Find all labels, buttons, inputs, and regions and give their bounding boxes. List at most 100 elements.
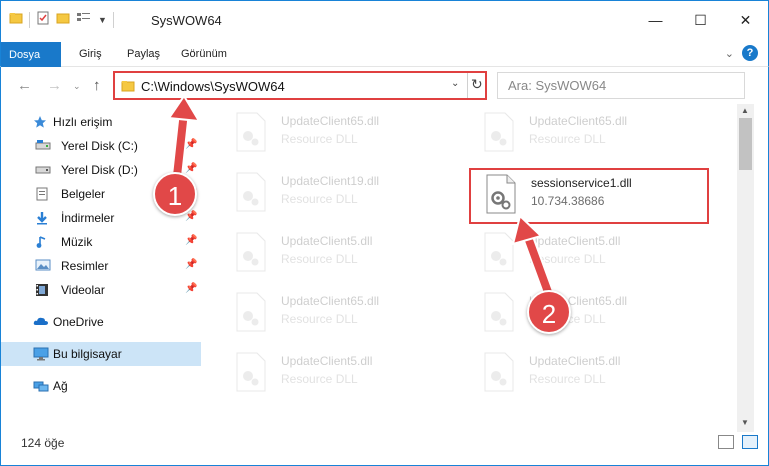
sidebar-item-label: Belgeler: [61, 187, 106, 201]
maximize-button[interactable]: ☐: [678, 1, 723, 39]
tab-view[interactable]: Görünüm: [181, 44, 227, 66]
window-controls: — ☐ ✕: [633, 1, 768, 39]
scroll-thumb[interactable]: [739, 118, 752, 170]
up-arrow-icon[interactable]: ↑: [93, 77, 101, 94]
file-description: Resource DLL: [281, 192, 358, 206]
pin-icon: 📌: [185, 235, 198, 246]
file-name: UpdateClient65.dll: [281, 294, 380, 308]
refresh-icon[interactable]: ↻: [471, 76, 483, 93]
file-item[interactable]: UpdateClient65.dll Resource DLL: [221, 288, 461, 344]
sidebar-item-network[interactable]: Ağ: [1, 374, 201, 398]
address-path[interactable]: C:\Windows\SysWOW64: [141, 79, 285, 94]
computer-icon: [33, 347, 49, 364]
view-toggle: [718, 435, 758, 449]
sidebar-item-this-pc[interactable]: Bu bilgisayar: [1, 342, 201, 366]
pin-icon: 📌: [185, 211, 198, 222]
tab-share[interactable]: Paylaş: [127, 44, 160, 66]
drive-icon: [35, 163, 51, 178]
file-item[interactable]: UpdateClient65.dll Resource DLL: [469, 288, 709, 344]
minimize-button[interactable]: —: [633, 1, 678, 39]
file-description: Resource DLL: [281, 372, 358, 386]
details-view-icon[interactable]: [718, 435, 734, 449]
properties-icon[interactable]: [36, 11, 50, 28]
tab-file[interactable]: Dosya: [1, 42, 61, 67]
sidebar-item-label: Videolar: [61, 283, 105, 297]
vertical-scrollbar[interactable]: ▲ ▼: [737, 104, 754, 432]
navigation-pane: Hızlı erişim Yerel Disk (C:) 📌 Yerel Dis…: [1, 104, 205, 432]
dll-file-icon: [484, 112, 514, 152]
file-item[interactable]: UpdateClient5.dll Resource DLL: [221, 228, 461, 284]
sidebar-item-drive-c[interactable]: Yerel Disk (C:) 📌: [1, 134, 201, 158]
sidebar-item-pictures[interactable]: Resimler 📌: [1, 254, 201, 278]
pin-icon: 📌: [185, 283, 198, 294]
sidebar-item-label: Müzik: [61, 235, 93, 249]
file-version: 10.734.38686: [531, 194, 605, 208]
file-name: UpdateClient65.dll: [529, 114, 628, 128]
sidebar-item-videos[interactable]: Videolar 📌: [1, 278, 201, 302]
sidebar-item-label: Bu bilgisayar: [53, 347, 122, 361]
customize-toolbar-chevron-icon[interactable]: ▼: [98, 15, 107, 25]
file-item[interactable]: UpdateClient5.dll Resource DLL: [469, 228, 709, 284]
quick-access-toolbar: ▼: [9, 11, 114, 28]
file-item[interactable]: UpdateClient65.dll Resource DLL: [469, 108, 709, 164]
file-list: UpdateClient65.dll Resource DLL UpdateCl…: [213, 104, 737, 432]
file-description: Resource DLL: [529, 252, 606, 266]
file-item[interactable]: UpdateClient5.dll Resource DLL: [221, 348, 461, 404]
back-arrow-icon[interactable]: ←: [17, 77, 32, 94]
ribbon-tabs: Dosya Giriş Paylaş Görünüm ⌄ ?: [0, 40, 769, 67]
dll-file-icon: [486, 174, 516, 214]
expand-ribbon-chevron-icon[interactable]: ⌄: [725, 47, 734, 60]
file-description: Resource DLL: [281, 132, 358, 146]
file-name: UpdateClient5.dll: [529, 234, 621, 248]
forward-arrow-icon[interactable]: →: [47, 77, 62, 94]
toolbar-separator: [29, 11, 30, 28]
sidebar-item-onedrive[interactable]: OneDrive: [1, 310, 201, 334]
file-description: Resource DLL: [281, 252, 358, 266]
new-folder-icon[interactable]: [56, 11, 70, 28]
pin-icon: 📌: [185, 259, 198, 270]
file-name: UpdateClient5.dll: [281, 234, 373, 248]
pin-icon: 📌: [185, 139, 198, 150]
help-icon[interactable]: ?: [742, 45, 758, 61]
search-input[interactable]: [498, 73, 718, 98]
drive-icon: [35, 139, 51, 154]
file-name: UpdateClient65.dll: [281, 114, 380, 128]
dll-file-icon: [236, 172, 266, 212]
recent-locations-chevron-icon[interactable]: ⌄: [73, 81, 81, 92]
dll-file-icon: [484, 232, 514, 272]
star-icon: [33, 115, 47, 132]
file-item-sessionservice1-dll[interactable]: sessionservice1.dll 10.734.38686: [469, 168, 709, 224]
dll-file-icon: [236, 232, 266, 272]
documents-icon: [35, 187, 49, 204]
network-icon: [33, 379, 49, 396]
search-box[interactable]: [497, 72, 745, 99]
file-name: UpdateClient19.dll: [281, 174, 380, 188]
sidebar-item-label: Yerel Disk (D:): [61, 163, 138, 177]
sidebar-item-quick-access[interactable]: Hızlı erişim: [1, 110, 201, 134]
address-dropdown-chevron-icon[interactable]: ⌄: [451, 78, 459, 89]
address-row: ← → ⌄ ↑ C:\Windows\SysWOW64 ⌄ ↻: [0, 67, 769, 104]
file-item[interactable]: UpdateClient65.dll Resource DLL: [221, 108, 461, 164]
file-name: UpdateClient5.dll: [281, 354, 373, 368]
scroll-up-arrow-icon[interactable]: ▲: [741, 106, 749, 115]
scroll-down-arrow-icon[interactable]: ▼: [741, 418, 749, 427]
file-description: Resource DLL: [281, 312, 358, 326]
sidebar-item-label: Hızlı erişim: [53, 115, 113, 129]
sidebar-item-music[interactable]: Müzik 📌: [1, 230, 201, 254]
file-description: Resource DLL: [529, 372, 606, 386]
folder-icon[interactable]: [9, 11, 23, 28]
view-options-icon[interactable]: [76, 11, 92, 28]
address-separator: [467, 73, 468, 98]
main-area: Hızlı erişim Yerel Disk (C:) 📌 Yerel Dis…: [0, 104, 769, 432]
close-button[interactable]: ✕: [723, 1, 768, 39]
file-item[interactable]: UpdateClient5.dll Resource DLL: [469, 348, 709, 404]
annotation-step-1-badge: 1: [153, 172, 197, 216]
file-item[interactable]: UpdateClient19.dll Resource DLL: [221, 168, 461, 224]
address-bar[interactable]: C:\Windows\SysWOW64 ⌄ ↻: [113, 71, 487, 100]
tab-home[interactable]: Giriş: [79, 44, 102, 66]
item-count: 124 öğe: [21, 436, 65, 450]
annotation-step-2-badge: 2: [527, 290, 571, 334]
downloads-icon: [35, 211, 49, 228]
sidebar-item-label: OneDrive: [53, 315, 104, 329]
large-icons-view-icon[interactable]: [742, 435, 758, 449]
